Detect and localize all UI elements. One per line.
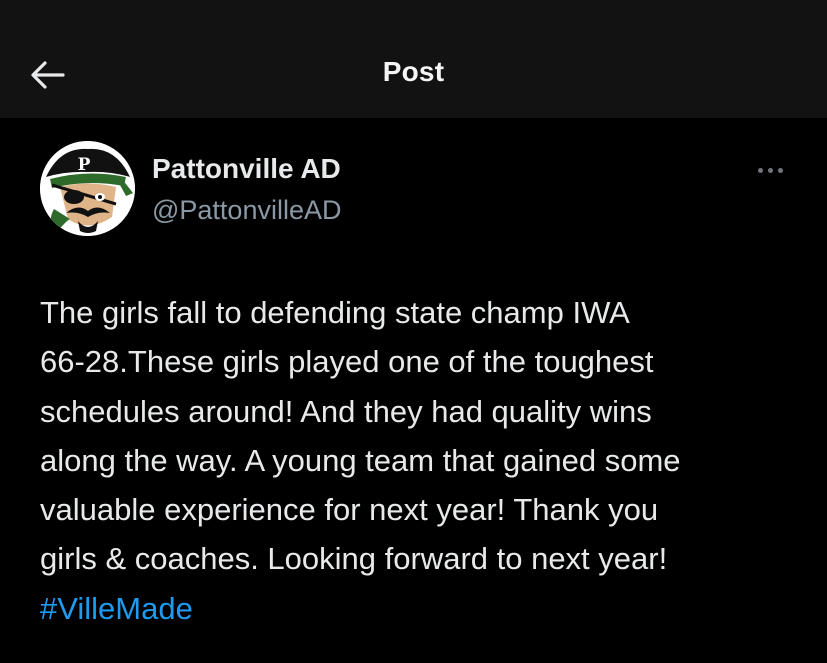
post-text-line: along the way. A young team that gained … [40,442,681,478]
post-text-line: 66-28.These girls played one of the toug… [40,344,654,380]
pirate-mascot-avatar: P [40,141,135,236]
more-horizontal-icon [757,167,763,173]
post-text-line: valuable experience for next year! Thank… [40,492,659,528]
post-text-line: girls & coaches. Looking forward to next… [40,541,668,577]
avatar[interactable]: P [40,141,135,236]
avatar-letter: P [78,155,91,175]
hashtag-link[interactable]: #VilleMade [40,584,810,633]
more-options-button[interactable] [752,160,788,180]
author-handle[interactable]: @PattonvilleAD [152,195,342,226]
more-horizontal-icon-dot [767,167,773,173]
post-text-line: The girls fall to defending state champ … [40,295,630,330]
post-text: The girls fall to defending state champ … [40,288,810,633]
top-bar: Post [0,0,827,118]
post-text-line: schedules around! And they had quality w… [40,393,652,429]
author-display-name[interactable]: Pattonville AD [152,153,341,185]
more-horizontal-icon-dot [777,167,783,173]
page-title: Post [382,56,445,87]
